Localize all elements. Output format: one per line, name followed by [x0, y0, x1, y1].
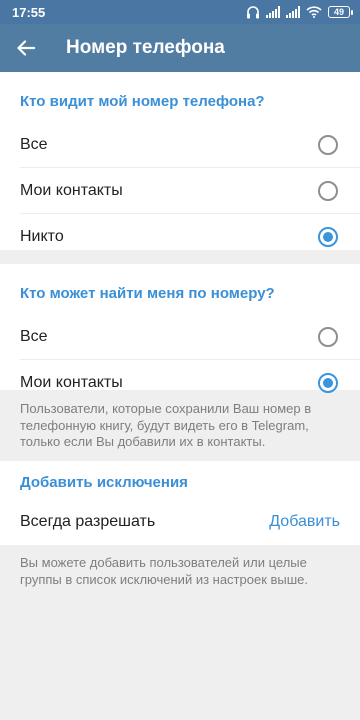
radio-button[interactable]: [318, 135, 338, 155]
radio-button-checked[interactable]: [318, 227, 338, 247]
who-sees-option-everyone[interactable]: Все: [0, 122, 360, 168]
who-sees-option-nobody[interactable]: Никто: [0, 214, 360, 260]
page-title: Номер телефона: [66, 37, 225, 58]
who-finds-header: Кто может найти меня по номеру?: [20, 285, 275, 302]
who-finds-option-contacts[interactable]: Мои контакты: [0, 360, 360, 406]
exceptions-section: Добавить исключения Всегда разрешать Доб…: [0, 461, 360, 545]
option-label: Все: [20, 328, 48, 345]
option-label: Никто: [20, 228, 64, 245]
radio-button-checked[interactable]: [318, 373, 338, 393]
signal-icon: [286, 6, 300, 18]
who-sees-option-contacts[interactable]: Мои контакты: [0, 168, 360, 214]
option-label: Все: [20, 136, 48, 153]
who-sees-header: Кто видит мой номер телефона?: [20, 93, 265, 110]
arrow-back-icon: [17, 40, 35, 56]
always-allow-label: Всегда разрешать: [20, 513, 156, 530]
headphones-icon: [247, 5, 259, 18]
back-button[interactable]: [0, 24, 52, 72]
status-time: 17:55: [12, 4, 46, 20]
wifi-icon: [306, 6, 322, 18]
option-label: Мои контакты: [20, 374, 123, 391]
option-label: Мои контакты: [20, 182, 123, 199]
battery-icon: 49: [328, 6, 353, 18]
add-exception-button[interactable]: Добавить: [269, 513, 340, 531]
status-bar: 17:55 49: [0, 0, 360, 24]
always-allow-row[interactable]: Всегда разрешать Добавить: [0, 499, 360, 545]
app-bar: Номер телефона: [0, 24, 360, 72]
status-icons: 49: [246, 5, 353, 19]
who-finds-info: Пользователи, которые сохранили Ваш номе…: [20, 401, 312, 449]
who-sees-section: Кто видит мой номер телефона? Все Мои ко…: [0, 72, 360, 250]
who-finds-section: Кто может найти меня по номеру? Все Мои …: [0, 264, 360, 393]
who-finds-option-everyone[interactable]: Все: [0, 314, 360, 360]
signal-icon: [266, 6, 280, 18]
exceptions-header: Добавить исключения: [20, 474, 188, 491]
exceptions-info: Вы можете добавить пользователей или цел…: [20, 555, 309, 587]
battery-level: 49: [333, 7, 344, 17]
radio-button[interactable]: [318, 181, 338, 201]
radio-button[interactable]: [318, 327, 338, 347]
